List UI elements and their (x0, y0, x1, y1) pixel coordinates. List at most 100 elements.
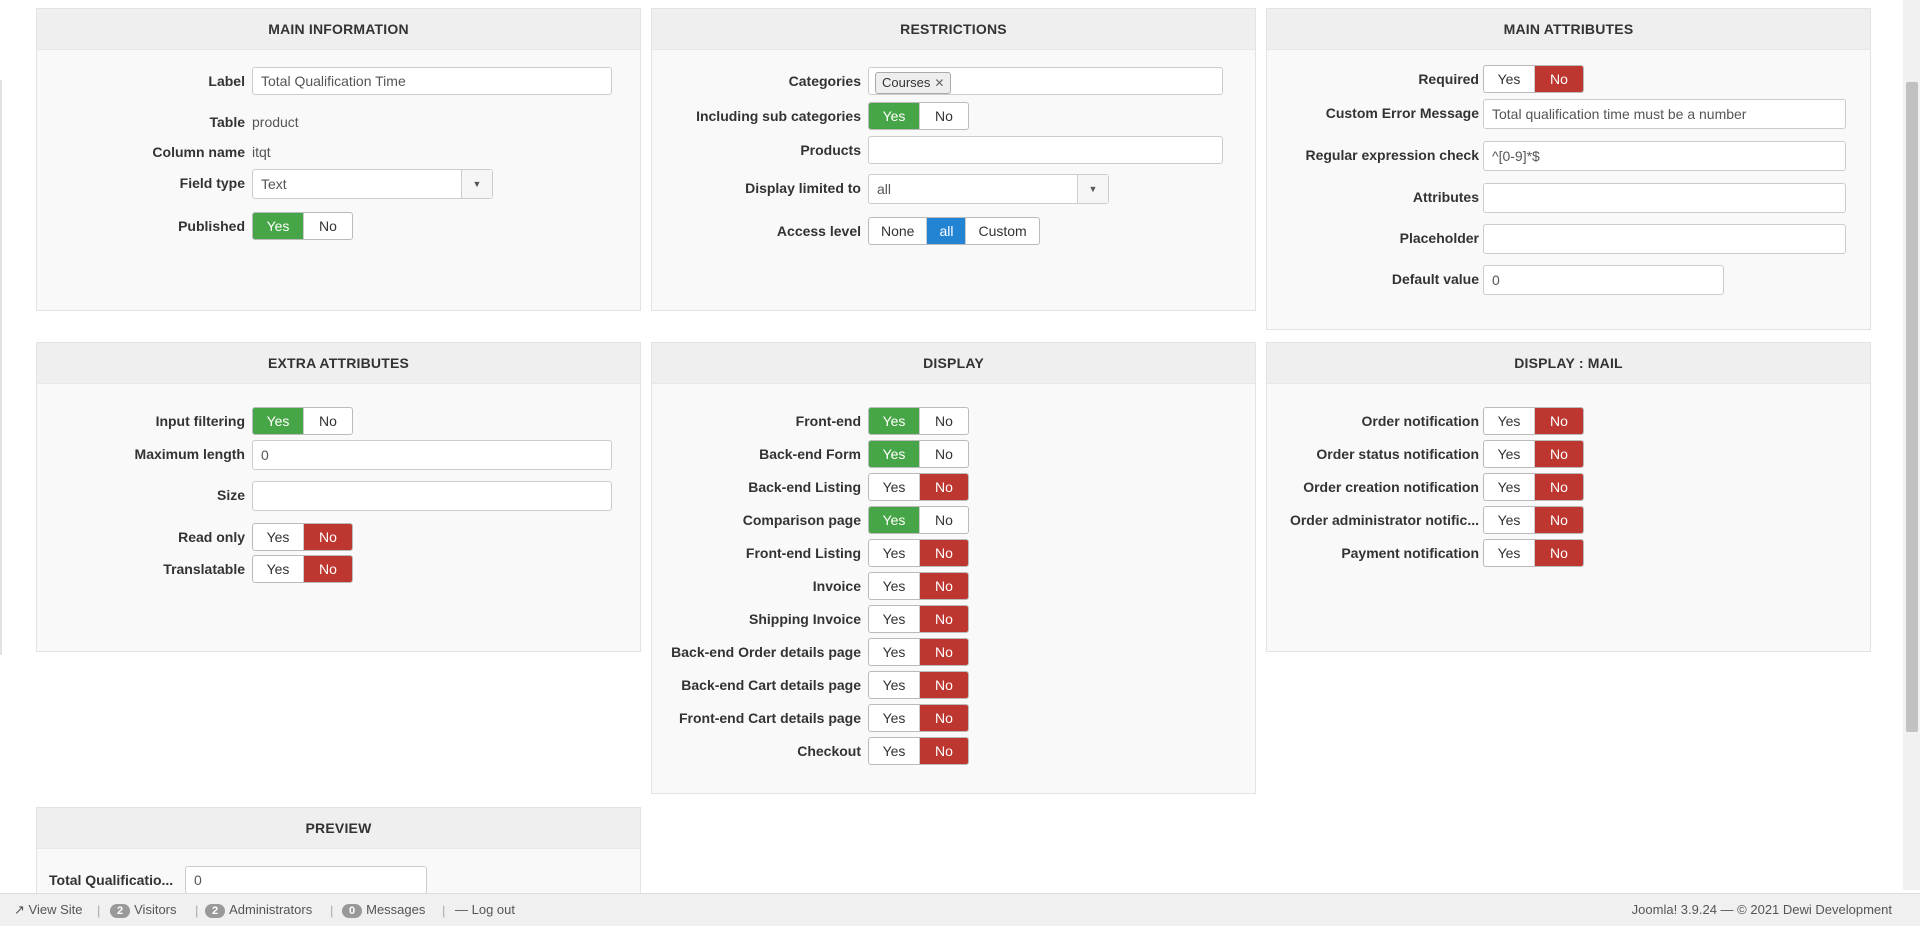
administrators-label: Administrators (229, 902, 313, 917)
input-filtering-toggle[interactable]: Yes No (252, 407, 353, 435)
subcategories-toggle[interactable]: Yes No (868, 102, 969, 130)
display-yes-option[interactable]: Yes (869, 540, 920, 566)
mail-row-toggle[interactable]: Yes No (1483, 506, 1584, 534)
read-only-toggle[interactable]: Yes No (252, 523, 353, 551)
translatable-yes[interactable]: Yes (253, 556, 304, 582)
published-toggle[interactable]: Yes No (252, 212, 353, 240)
mail-row-toggle[interactable]: Yes No (1483, 440, 1584, 468)
required-yes[interactable]: Yes (1484, 66, 1535, 92)
display-no-option[interactable]: No (920, 408, 968, 434)
default-value-label: Default value (1391, 271, 1479, 287)
label-input[interactable]: Total Qualification Time (252, 67, 612, 95)
restrictions-title: RESTRICTIONS (652, 9, 1255, 50)
display-row-toggle[interactable]: Yes No (868, 671, 969, 699)
default-value-input[interactable]: 0 (1483, 265, 1724, 295)
display-yes-option[interactable]: Yes (869, 639, 920, 665)
published-no[interactable]: No (304, 213, 352, 239)
access-all[interactable]: all (927, 218, 967, 244)
mail-no-option[interactable]: No (1535, 507, 1583, 533)
display-row-label: Back-end Form (759, 446, 861, 462)
display-no-option[interactable]: No (920, 441, 968, 467)
custom-error-input[interactable]: Total qualification time must be a numbe… (1483, 99, 1846, 129)
mail-row-toggle[interactable]: Yes No (1483, 473, 1584, 501)
subcategories-yes[interactable]: Yes (869, 103, 920, 129)
attributes-input[interactable] (1483, 183, 1846, 213)
required-toggle[interactable]: Yes No (1483, 65, 1584, 93)
preview-field-input[interactable]: 0 (185, 866, 427, 894)
products-input[interactable] (868, 136, 1223, 164)
display-no-option[interactable]: No (920, 672, 968, 698)
display-row-toggle[interactable]: Yes No (868, 704, 969, 732)
translatable-toggle[interactable]: Yes No (252, 555, 353, 583)
mail-no-option[interactable]: No (1535, 474, 1583, 500)
subcategories-no[interactable]: No (920, 103, 968, 129)
input-filtering-no[interactable]: No (304, 408, 352, 434)
display-row-toggle[interactable]: Yes No (868, 407, 969, 435)
display-yes-option[interactable]: Yes (869, 606, 920, 632)
access-level-toggle[interactable]: None all Custom (868, 217, 1040, 245)
separator: | (442, 903, 446, 918)
separator: | (195, 903, 199, 918)
status-bar: ↗ View Site | 2 Visitors | 2 Administrator… (0, 893, 1920, 926)
display-row-toggle[interactable]: Yes No (868, 638, 969, 666)
categories-input[interactable]: Courses ✕ (868, 67, 1223, 95)
display-yes-option[interactable]: Yes (869, 441, 920, 467)
access-custom[interactable]: Custom (966, 218, 1038, 244)
display-yes-option[interactable]: Yes (869, 507, 920, 533)
access-none[interactable]: None (869, 218, 928, 244)
mail-yes-option[interactable]: Yes (1484, 408, 1535, 434)
messages-link[interactable]: 0 Messages (342, 902, 425, 918)
display-yes-option[interactable]: Yes (869, 705, 920, 731)
placeholder-input[interactable] (1483, 224, 1846, 254)
display-yes-option[interactable]: Yes (869, 408, 920, 434)
extra-attributes-panel: EXTRA ATTRIBUTES Input filtering Yes No … (36, 342, 641, 652)
mail-row-toggle[interactable]: Yes No (1483, 407, 1584, 435)
regex-input[interactable]: ^[0-9]*$ (1483, 141, 1846, 171)
display-no-option[interactable]: No (920, 606, 968, 632)
field-type-select[interactable]: Text ▼ (252, 169, 493, 199)
max-length-input[interactable]: 0 (252, 440, 612, 470)
administrators-badge: 2 (205, 904, 226, 918)
display-row-toggle[interactable]: Yes No (868, 737, 969, 765)
display-row-toggle[interactable]: Yes No (868, 506, 969, 534)
visitors-link[interactable]: 2 Visitors (110, 902, 177, 918)
required-no[interactable]: No (1535, 66, 1583, 92)
translatable-no[interactable]: No (304, 556, 352, 582)
remove-chip-icon[interactable]: ✕ (934, 76, 944, 90)
vertical-scrollbar[interactable] (1903, 0, 1920, 890)
published-yes[interactable]: Yes (253, 213, 304, 239)
display-row-toggle[interactable]: Yes No (868, 440, 969, 468)
mail-no-option[interactable]: No (1535, 408, 1583, 434)
mail-yes-option[interactable]: Yes (1484, 474, 1535, 500)
display-no-option[interactable]: No (920, 540, 968, 566)
mail-no-option[interactable]: No (1535, 540, 1583, 566)
display-limited-select[interactable]: all ▼ (868, 174, 1109, 204)
input-filtering-yes[interactable]: Yes (253, 408, 304, 434)
logout-link[interactable]: — Log out (455, 902, 515, 917)
display-row-toggle[interactable]: Yes No (868, 539, 969, 567)
display-no-option[interactable]: No (920, 474, 968, 500)
mail-no-option[interactable]: No (1535, 441, 1583, 467)
read-only-yes[interactable]: Yes (253, 524, 304, 550)
mail-row-toggle[interactable]: Yes No (1483, 539, 1584, 567)
display-row-toggle[interactable]: Yes No (868, 473, 969, 501)
administrators-link[interactable]: 2 Administrators (205, 902, 312, 918)
mail-yes-option[interactable]: Yes (1484, 507, 1535, 533)
size-input[interactable] (252, 481, 612, 511)
display-yes-option[interactable]: Yes (869, 573, 920, 599)
display-yes-option[interactable]: Yes (869, 474, 920, 500)
display-yes-option[interactable]: Yes (869, 738, 920, 764)
display-row-toggle[interactable]: Yes No (868, 605, 969, 633)
view-site-link[interactable]: ↗ View Site (14, 902, 83, 918)
display-no-option[interactable]: No (920, 573, 968, 599)
display-no-option[interactable]: No (920, 507, 968, 533)
display-no-option[interactable]: No (920, 639, 968, 665)
display-row-toggle[interactable]: Yes No (868, 572, 969, 600)
mail-yes-option[interactable]: Yes (1484, 540, 1535, 566)
display-no-option[interactable]: No (920, 738, 968, 764)
mail-yes-option[interactable]: Yes (1484, 441, 1535, 467)
scrollbar-thumb[interactable] (1906, 82, 1918, 732)
display-no-option[interactable]: No (920, 705, 968, 731)
read-only-no[interactable]: No (304, 524, 352, 550)
display-yes-option[interactable]: Yes (869, 672, 920, 698)
